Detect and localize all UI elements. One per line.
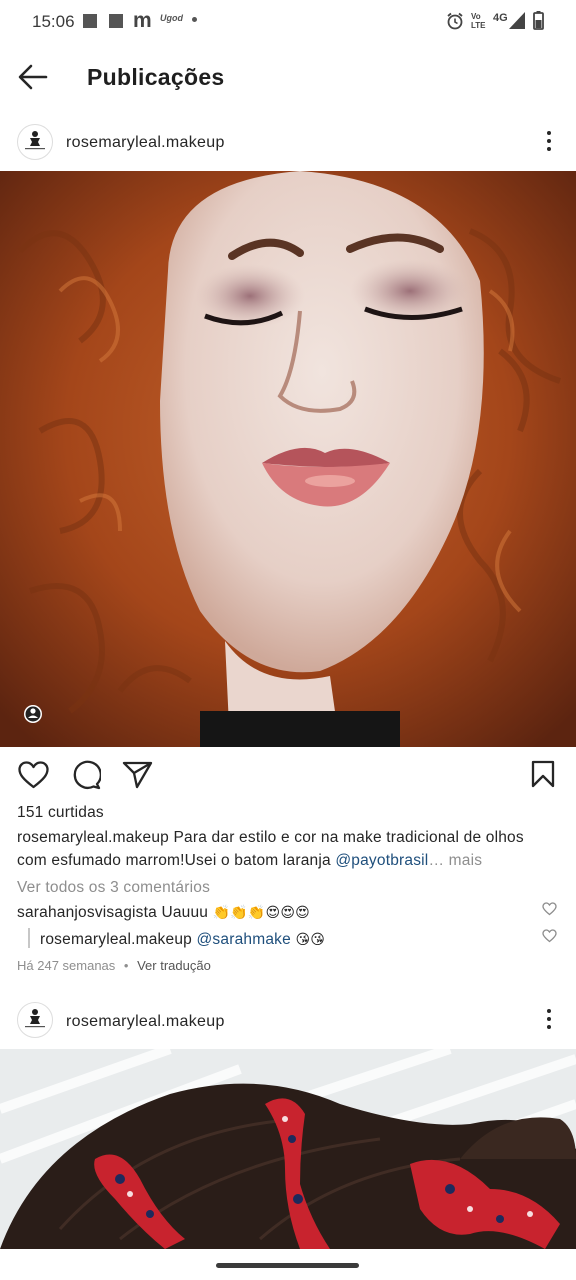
post-meta: Há 247 semanas • Ver tradução [17,958,211,973]
network-type: 4G [493,12,508,24]
status-bar: 15:06 m Ugod Vo LTE 4G [0,0,576,44]
brand-logo-icon [25,1009,45,1028]
reply-like-heart-icon[interactable] [542,929,557,943]
home-gesture-bar[interactable] [216,1263,359,1268]
likes-count[interactable]: 151 curtidas [17,804,104,822]
post-header: rosemaryleal.makeup [0,994,576,1049]
caption-username[interactable]: rosemaryleal.makeup [17,829,169,846]
post-image[interactable] [0,1049,576,1249]
hair-scrunchie-illustration [0,1049,576,1249]
battery-icon [533,11,544,30]
page-title: Publicações [87,64,225,90]
portrait-illustration [0,171,576,747]
post-header: rosemaryleal.makeup [0,116,576,171]
view-all-comments[interactable]: Ver todos os 3 comentários [17,879,210,897]
status-time: 15:06 [32,12,75,31]
post-username[interactable]: rosemaryleal.makeup [66,1013,225,1031]
post-caption: rosemaryleal.makeup Para dar estilo e co… [17,829,567,847]
app-bar: Publicações [0,44,576,110]
brand-logo-icon [25,131,45,150]
gallery-icon [83,14,97,28]
reply-mention[interactable]: @sarahmake [197,931,291,948]
save-bookmark-icon[interactable] [531,760,555,788]
more-options-icon[interactable] [545,131,553,155]
volte-label: Vo LTE [471,12,486,30]
back-arrow-icon[interactable] [18,63,48,91]
caption-ellipsis: … [428,852,445,869]
user-tag-icon[interactable] [24,705,42,723]
post-time: Há 247 semanas [17,958,116,973]
post-actions [0,747,576,802]
m-app-icon: m [133,9,152,32]
avatar[interactable] [17,1002,53,1038]
reply-indent-line [28,928,30,948]
notification-dot-icon [192,17,197,22]
gallery-icon [109,14,123,28]
more-options-icon[interactable] [545,1009,553,1033]
meta-separator: • [123,958,129,973]
comment-username[interactable]: sarahanjosvisagista [17,904,157,921]
alarm-icon [447,12,463,30]
caption-text-2: com esfumado marrom!Usei o batom laranja [17,852,331,869]
reply-username[interactable]: rosemaryleal.makeup [40,931,192,948]
more-link[interactable]: mais [449,852,483,869]
like-heart-icon[interactable] [18,761,49,789]
comment: sarahanjosvisagista Uauuu 👏👏👏😍😍😍 [17,904,310,922]
comment-text: Uauuu [161,904,209,921]
caption-text: Para dar estilo e cor na make tradiciona… [173,829,524,846]
comment-like-heart-icon[interactable] [542,902,557,916]
signal-icon [509,12,525,29]
status-tiny-label: Ugod [160,13,183,23]
reply-comment: rosemaryleal.makeup @sarahmake 😘😘 [40,931,325,949]
caption-mention[interactable]: @payotbrasil [335,852,428,869]
share-send-icon[interactable] [122,761,153,789]
comment-emoji: 👏👏👏😍😍😍 [212,905,310,921]
comment-icon[interactable] [71,760,101,790]
post-username[interactable]: rosemaryleal.makeup [66,134,225,152]
post-image[interactable] [0,171,576,747]
avatar[interactable] [17,124,53,160]
reply-emoji: 😘😘 [295,932,326,948]
translate-link[interactable]: Ver tradução [137,958,211,973]
post-caption-line2: com esfumado marrom!Usei o batom laranja… [17,852,567,870]
